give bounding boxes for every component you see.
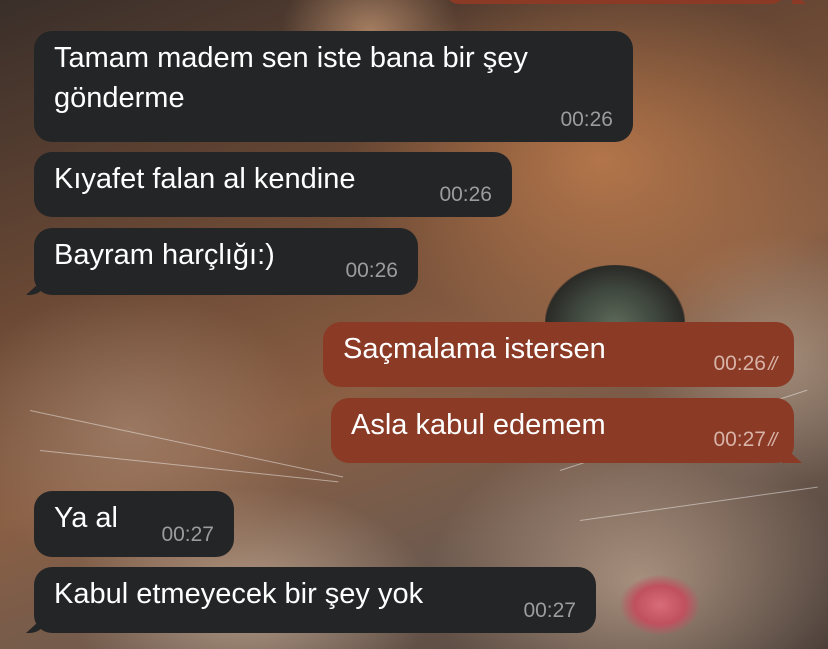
message-text: Tamam madem sen iste bana bir şey gönder… [54, 38, 613, 118]
message-text: Saçmalama istersen [343, 333, 606, 365]
wallpaper-cat-nose [620, 575, 700, 635]
message-text: Bayram harçlığı:) [54, 239, 275, 271]
message-time: 00:26 [439, 183, 492, 206]
message-bubble-incoming[interactable]: Kabul etmeyecek bir şey yok 00:27 [26, 567, 596, 633]
message-text: Kıyafet falan al kendine [54, 163, 356, 195]
message-bubble-incoming[interactable]: Tamam madem sen iste bana bir şey gönder… [34, 31, 633, 142]
message-time-text: 00:27 [713, 428, 766, 451]
message-time: 00:26 [560, 108, 613, 131]
message-text-line: Tamam madem sen iste bana bir şey [54, 42, 528, 74]
message-bubble-incoming[interactable]: Bayram harçlığı:) 00:26 [26, 228, 418, 295]
message-time: 00:26// [713, 352, 781, 377]
message-text-line: gönderme [54, 82, 185, 114]
message-time: 00:27// [713, 428, 781, 453]
message-bubble-incoming[interactable]: Kıyafet falan al kendine 00:26 [34, 152, 512, 217]
message-time: 00:27 [161, 523, 214, 546]
wallpaper-whisker [29, 410, 344, 478]
previous-outgoing-message-edge [445, 0, 785, 4]
message-bubble-outgoing[interactable]: Saçmalama istersen 00:26// [323, 322, 794, 387]
message-bubble-outgoing[interactable]: Asla kabul edemem 00:27// [331, 398, 802, 463]
message-bubble-incoming[interactable]: Ya al 00:27 [34, 491, 234, 557]
message-text: Asla kabul edemem [351, 409, 606, 441]
wallpaper-whisker [579, 486, 818, 521]
message-text: Kabul etmeyecek bir şey yok [54, 578, 424, 610]
message-time: 00:26 [345, 259, 398, 282]
message-time-text: 00:26 [713, 352, 766, 375]
message-time: 00:27 [523, 599, 576, 622]
message-text: Ya al [54, 502, 118, 534]
